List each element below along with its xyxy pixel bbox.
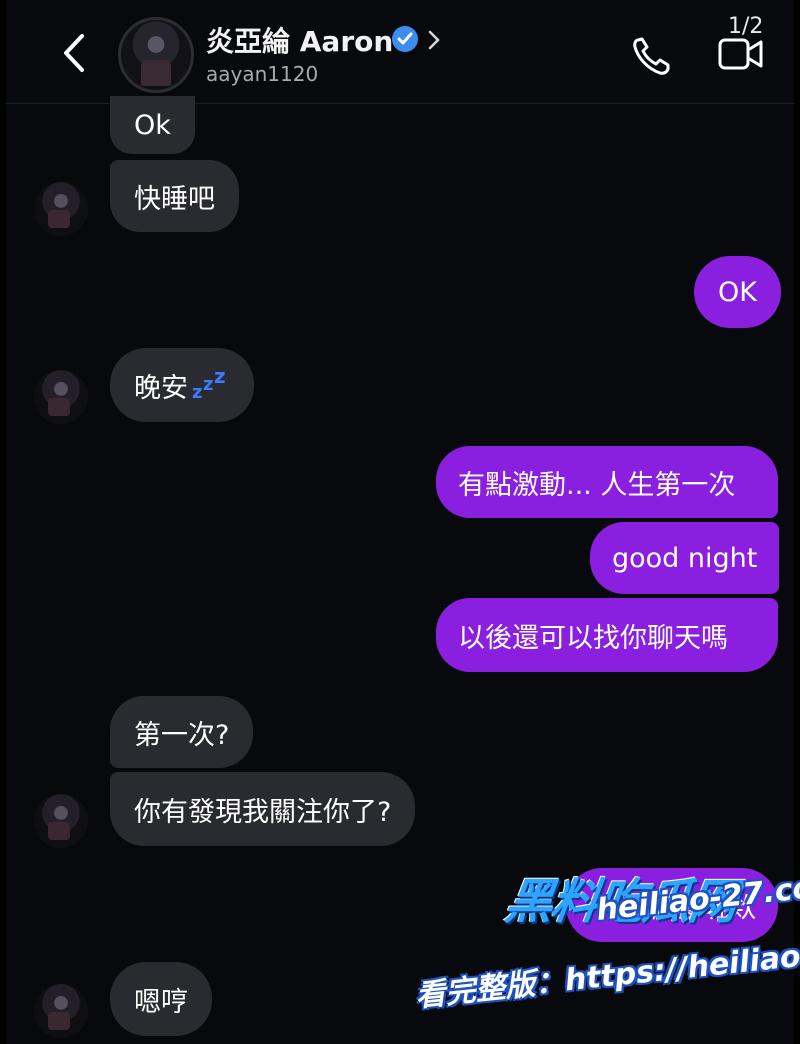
message-bubble[interactable]: 晚安 z z z bbox=[110, 348, 254, 422]
message-text: 第一次? bbox=[134, 719, 230, 751]
message-text: 有點激動... 人生第一次 bbox=[458, 469, 736, 501]
phone-icon[interactable] bbox=[630, 34, 674, 78]
chat-header: 炎亞綸 Aaron aayan1120 1/2 bbox=[6, 0, 794, 104]
message-text: Ok bbox=[134, 109, 171, 141]
message-bubble[interactable]: good night bbox=[590, 522, 780, 594]
back-chevron-icon[interactable] bbox=[56, 30, 90, 76]
message-text: 以後還可以找你聊天嗎 bbox=[458, 622, 728, 654]
contact-name[interactable]: 炎亞綸 Aaron bbox=[206, 20, 393, 60]
chevron-right-icon[interactable] bbox=[426, 26, 442, 54]
avatar[interactable] bbox=[34, 984, 88, 1038]
message-text: 嗯哼 bbox=[134, 986, 188, 1018]
message-bubble[interactable]: Ok bbox=[110, 96, 195, 154]
avatar[interactable] bbox=[34, 370, 88, 424]
zzz-emoji-icon: z z z bbox=[192, 364, 226, 403]
message-bubble[interactable]: OK bbox=[694, 256, 781, 328]
avatar[interactable] bbox=[118, 17, 194, 93]
message-bubble[interactable]: 快睡吧 bbox=[110, 160, 239, 232]
message-text: 晚安 bbox=[134, 372, 188, 404]
avatar[interactable] bbox=[34, 182, 88, 236]
message-bubble[interactable]: 你有發現我關注你了? bbox=[110, 772, 416, 846]
chat-screen: 炎亞綸 Aaron aayan1120 1/2 Ok 快睡吧 OK 晚安 z z… bbox=[6, 0, 800, 1044]
message-text: OK bbox=[718, 276, 757, 308]
contact-handle: aayan1120 bbox=[206, 62, 319, 86]
avatar[interactable] bbox=[34, 794, 88, 848]
video-camera-icon[interactable] bbox=[716, 34, 766, 74]
message-text: 快睡吧 bbox=[134, 183, 215, 215]
message-text: good night bbox=[612, 542, 758, 574]
message-bubble[interactable]: 以後還可以找你聊天嗎 bbox=[436, 598, 778, 672]
verified-badge-icon bbox=[392, 26, 418, 52]
message-bubble[interactable]: 嗯哼 bbox=[110, 962, 212, 1036]
message-bubble[interactable]: 第一次? bbox=[110, 696, 254, 768]
message-bubble[interactable]: 有點激動... 人生第一次 bbox=[436, 446, 778, 518]
message-text: 你有發現我關注你了? bbox=[134, 796, 392, 828]
